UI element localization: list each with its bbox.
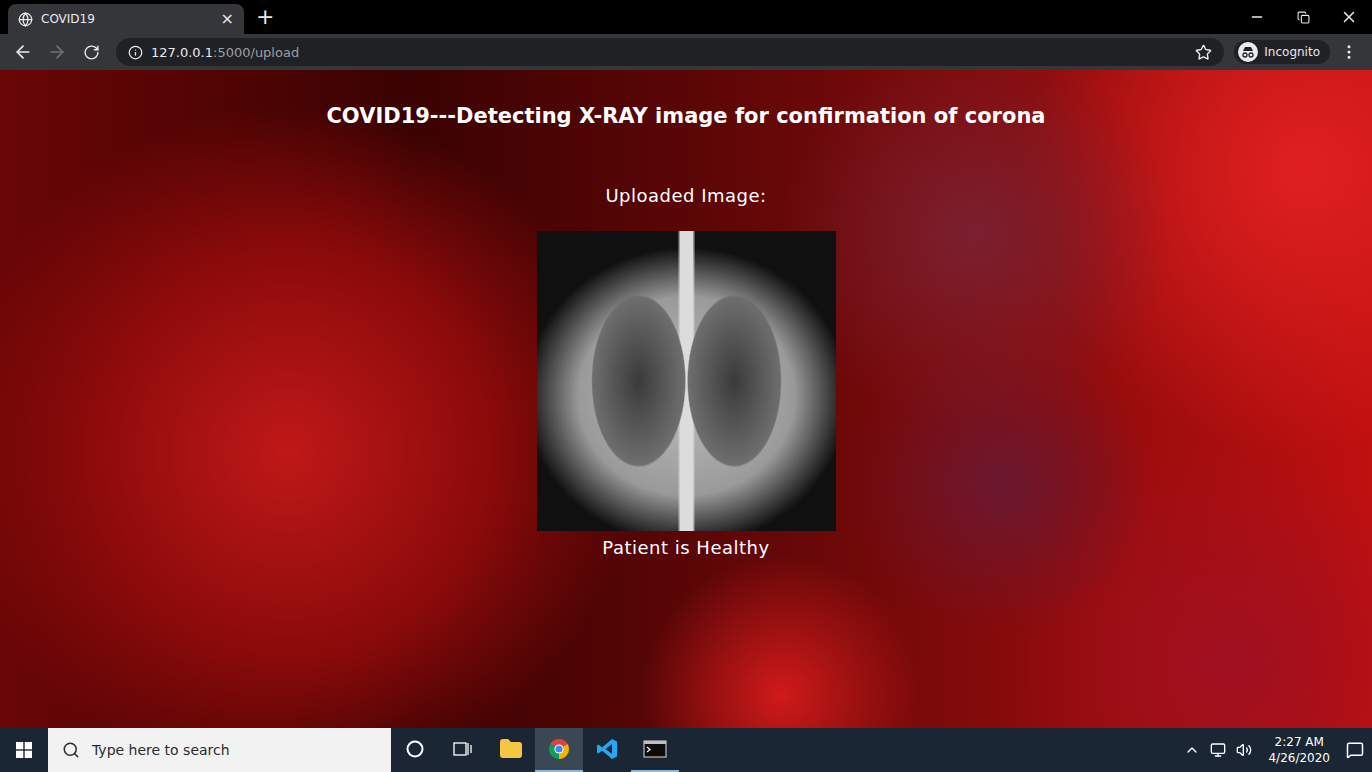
taskbar-app[interactable] — [583, 728, 631, 772]
page-title: COVID19---Detecting X-RAY image for conf… — [326, 101, 1045, 131]
close-icon — [1340, 8, 1358, 26]
system-tray: 2:27 AM4/26/2020 — [1184, 728, 1372, 772]
volume-icon[interactable] — [1236, 742, 1252, 758]
cortana-icon — [405, 739, 425, 759]
taskbar-app[interactable] — [535, 728, 583, 772]
notification-icon[interactable] — [1346, 741, 1364, 759]
menu-button[interactable] — [1334, 37, 1364, 67]
incognito-badge[interactable]: Incognito — [1234, 40, 1330, 64]
menu-icon — [1340, 43, 1358, 61]
new-tab-button[interactable]: + — [256, 6, 274, 28]
back-button[interactable] — [8, 37, 38, 67]
close-button[interactable] — [1326, 0, 1372, 34]
taskbar-app[interactable] — [631, 728, 679, 772]
chevron-up-icon[interactable] — [1184, 742, 1200, 758]
reload-button[interactable] — [76, 37, 106, 67]
minimize-button[interactable] — [1234, 0, 1280, 34]
vscode-icon — [595, 737, 619, 761]
folder-icon — [499, 737, 523, 761]
terminal-icon — [643, 739, 667, 759]
browser-tab[interactable]: COVID19 × — [8, 4, 244, 34]
minimize-icon — [1249, 9, 1265, 25]
chrome-icon — [547, 737, 571, 761]
taskbar-app[interactable] — [487, 728, 535, 772]
tab-strip: COVID19 × + — [0, 0, 1372, 34]
window-controls — [1234, 0, 1372, 34]
arrow-left-icon — [13, 42, 33, 62]
task-view-icon — [453, 740, 473, 758]
tab-title: COVID19 — [41, 12, 213, 26]
info-icon — [128, 45, 143, 60]
incognito-icon — [1238, 42, 1258, 62]
taskbar: Type here to search 2:27 AM4/26/2020 — [0, 728, 1372, 772]
task-view-button[interactable] — [439, 728, 487, 772]
search-icon — [62, 741, 80, 759]
network-icon[interactable] — [1210, 742, 1226, 758]
desktop: COVID19 × +127.0.0.1:5000/upload Incognito C… — [0, 0, 1372, 772]
restore-button[interactable] — [1280, 0, 1326, 34]
clock[interactable]: 2:27 AM4/26/2020 — [1262, 734, 1336, 766]
forward-button[interactable] — [42, 37, 72, 67]
prediction-result: Patient is Healthy — [602, 535, 769, 561]
star-icon[interactable] — [1195, 44, 1212, 61]
address-bar[interactable]: 127.0.0.1:5000/upload — [116, 38, 1224, 66]
url-text: 127.0.0.1:5000/upload — [151, 45, 1187, 60]
taskbar-search[interactable]: Type here to search — [48, 728, 391, 772]
windows-icon — [16, 742, 32, 758]
browser-toolbar: 127.0.0.1:5000/upload Incognito — [0, 34, 1372, 70]
arrow-right-icon — [47, 42, 67, 62]
xray-image — [537, 231, 836, 531]
cortana-button[interactable] — [391, 728, 439, 772]
globe-icon — [18, 12, 33, 27]
tab-close-button[interactable]: × — [221, 11, 234, 27]
start-button[interactable] — [0, 728, 48, 772]
restore-icon — [1297, 11, 1310, 24]
uploaded-label: Uploaded Image: — [605, 183, 766, 209]
reload-icon — [83, 44, 100, 61]
page: COVID19---Detecting X-RAY image for conf… — [0, 70, 1372, 728]
